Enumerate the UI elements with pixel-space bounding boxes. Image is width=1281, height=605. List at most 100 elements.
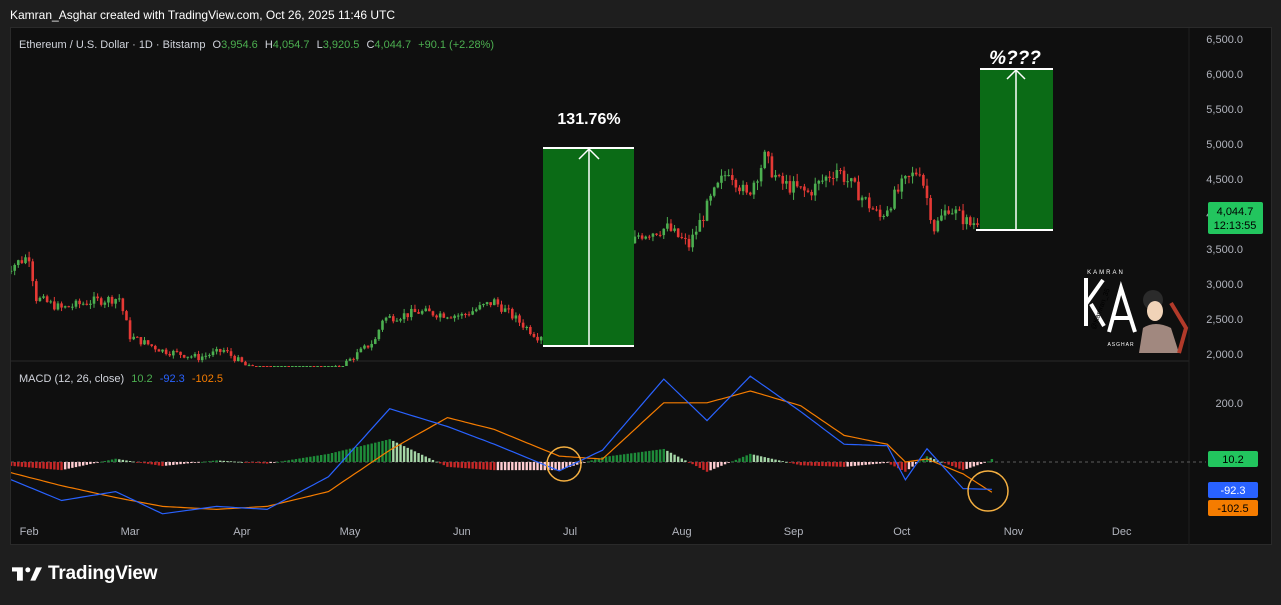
candle-body [215,349,218,352]
macd-histogram-bar [78,462,81,467]
candle-body [741,184,745,192]
candle-body [976,223,979,225]
macd-histogram-bar [237,461,240,463]
macd-histogram-bar [172,462,175,465]
last-price-badge[interactable]: 4,044.7 12:13:55 [1208,202,1263,234]
candle-body [377,329,381,340]
macd-histogram-bar [795,462,799,465]
macd-histogram-bar [622,454,626,462]
candle-body [276,366,280,367]
macd-histogram-bar [868,462,871,465]
macd-histogram-bar [11,462,13,466]
macd-hist-badge[interactable]: 10.2 [1208,451,1258,467]
low-value: 3,920.5 [323,39,360,51]
chart-frame[interactable]: 2,000.02,500.03,000.03,500.04,000.04,500… [10,27,1273,546]
candle-body [536,336,539,341]
candle-body [327,366,330,367]
macd-histogram-bar [738,458,741,462]
macd-histogram-bar [864,462,867,465]
candle-body [648,236,651,238]
avatar-face [1147,301,1163,321]
candle-body [168,353,172,356]
macd-histogram-bar [990,458,994,462]
candle-body [402,313,406,320]
macd-histogram-bar [71,462,74,468]
candle-body [179,351,182,355]
macd-histogram-bar [442,462,445,466]
candle-body [943,210,947,216]
macd-signal-badge[interactable]: -102.5 [1208,500,1258,516]
candle-body [341,366,345,367]
candle-body [860,197,864,201]
macd-histogram-bar [366,444,370,462]
macd-histogram-bar [31,462,34,468]
macd-histogram-bar [428,458,431,462]
candle-body [460,313,464,316]
macd-histogram-bar [323,454,326,462]
macd-histogram-bar [536,462,539,471]
candle-body [777,175,781,177]
macd-histogram-bar [954,462,958,468]
macd-histogram-bar [713,462,716,469]
candle-body [734,179,738,188]
candle-body [514,315,518,319]
candle-body [655,233,658,235]
gain-annotation-2[interactable]: %??? [976,48,1053,231]
candle-body [875,209,878,211]
candle-body [254,366,258,367]
candle-body [233,355,236,362]
candle-body [640,235,644,239]
candle-body [53,301,56,310]
macd-histogram-bar [85,462,88,465]
candle-body [489,302,492,306]
high-label: H [265,39,273,51]
tradingview-brand[interactable]: TradingView [12,563,158,585]
candle-body [464,313,467,315]
macd-histogram-bar [139,462,143,463]
last-price-value: 4,044.7 [1217,206,1254,218]
candle-body [334,366,337,367]
candle-body [381,320,384,330]
candle-body [258,366,262,367]
macd-histogram-bar [251,462,254,463]
candle-body [914,172,918,175]
tradingview-wordmark: TradingView [48,563,158,584]
macd-histogram-bar [514,462,518,471]
macd-histogram-bar [741,456,745,462]
macd-histogram-bar [265,462,269,464]
candle-body [839,170,842,172]
macd-histogram-bar [110,459,114,462]
macd-histogram-bar [684,460,687,462]
candle-body [485,302,489,305]
macd-histogram-bar [464,462,467,469]
macd-histogram-bar [543,462,546,471]
candle-body [932,220,936,232]
candle-body [705,200,709,221]
candle-body [723,175,727,177]
symbol-legend[interactable]: Ethereum / U.S. Dollar · 1D · Bitstamp O… [19,39,494,51]
time-axis[interactable]: Feb Mar Apr May Jun Jul Aug Sep Oct Nov Dec [20,526,1132,538]
candle-body [211,351,215,356]
macd-histogram-bar [586,461,590,463]
macd-histogram-bar [118,459,121,462]
macd-line-value: -92.3 [160,373,185,385]
candle-body [291,366,294,367]
gain-label-1: 131.76% [557,111,620,128]
chart-svg[interactable]: 2,000.02,500.03,000.03,500.04,000.04,500… [11,28,1273,546]
macd-histogram-bar [114,458,117,462]
candle-body [795,181,799,187]
macd-legend[interactable]: MACD (12, 26, close) 10.2 -92.3 -102.5 [19,373,223,385]
candle-body [492,299,496,306]
macd-histogram-bar [889,462,893,465]
candle-body [929,198,932,221]
time-tick-label: Dec [1112,526,1132,538]
candle-body [139,337,143,345]
candle-body [442,313,446,318]
macd-line-badge[interactable]: -92.3 [1208,482,1258,498]
macd-histogram-bar [179,462,182,465]
gain-annotation-1[interactable]: 131.76% [543,111,634,347]
candle-body [121,298,125,312]
candle-body [662,228,666,236]
candle-body [922,174,925,186]
candle-body [42,296,45,298]
